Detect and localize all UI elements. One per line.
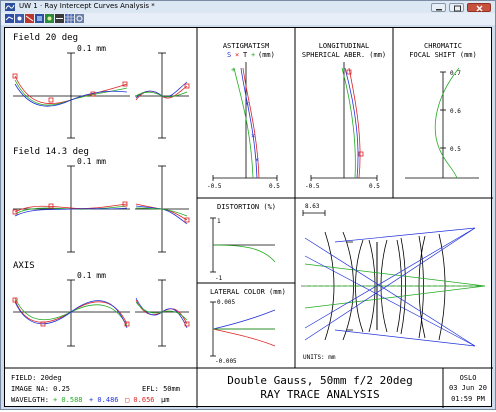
- spherical-axis-max: 0.5: [369, 183, 380, 190]
- spot-tool-icon[interactable]: [15, 14, 24, 23]
- astig-s-label: S: [227, 51, 231, 59]
- lateral-color-tick-top: 0.005: [217, 299, 235, 306]
- analysis-window: UW 1 · Ray Intercept Curves Analysis * F…: [0, 0, 496, 410]
- layout-units: UNITS: mm: [303, 354, 336, 361]
- app-icon: [5, 3, 15, 11]
- close-button[interactable]: [467, 3, 491, 12]
- chromatic-tick-06: 0.6: [450, 108, 461, 115]
- close-icon: [476, 5, 483, 12]
- maximize-icon: [454, 5, 461, 12]
- window-title: UW 1 · Ray Intercept Curves Analysis *: [19, 2, 155, 10]
- axis-scale: 0.1 mm: [77, 271, 106, 280]
- astig-plus-label: +: [251, 51, 255, 59]
- footer-wl-3: □ 0.656: [125, 396, 155, 404]
- footer-time: 01:59 PM: [451, 395, 485, 403]
- ray-fan-panel: Field 20 deg 0.1 mm Field 14.3 deg 0.1 m…: [12, 33, 190, 347]
- distortion-tick-bottom: -1: [215, 275, 223, 282]
- distortion-title: DISTORTION (%): [217, 203, 276, 211]
- minimize-icon: [436, 9, 442, 11]
- chromatic-title-1: CHROMATIC: [424, 42, 462, 50]
- distortion-tick-top: 1: [217, 218, 221, 225]
- astig-axis-min: -0.5: [207, 183, 222, 190]
- field-20-label: Field 20 deg: [13, 33, 78, 43]
- lateral-color-title: LATERAL COLOR (mm): [210, 288, 286, 296]
- footer-efl: EFL: 50mm: [142, 385, 180, 393]
- footer-title: Double Gauss, 50mm f/2 20deg: [227, 374, 412, 387]
- axis-label: AXIS: [13, 261, 35, 271]
- field-14-scale: 0.1 mm: [77, 157, 106, 166]
- mtf-tool-icon[interactable]: [25, 14, 34, 23]
- grid-tool-icon[interactable]: [65, 14, 74, 23]
- footer-wl-unit: μm: [161, 396, 169, 404]
- psf-tool-icon[interactable]: [45, 14, 54, 23]
- astig-title: ASTIGMATISM: [223, 42, 269, 50]
- spherical-title-1: LONGITUDINAL: [319, 42, 370, 50]
- distortion-plot: DISTORTION (%) 1 -1: [210, 203, 276, 282]
- astig-axis-max: 0.5: [269, 183, 280, 190]
- astigmatism-plot: ASTIGMATISM S × T + (mm) -0.5 0.5 + × × …: [207, 42, 280, 190]
- footer-program: OSLO: [460, 374, 477, 382]
- wavefront-tool-icon[interactable]: [35, 14, 44, 23]
- ray-fan-tool-icon[interactable]: [5, 14, 14, 23]
- toolbar: [1, 13, 495, 25]
- astig-unit: (mm): [258, 51, 275, 59]
- maximize-button[interactable]: [449, 3, 464, 12]
- spherical-title-2: SPHERICAL ABER. (mm): [302, 51, 386, 59]
- footer-field: FIELD: 20deg: [11, 374, 62, 382]
- footer: FIELD: 20deg IMAGE NA: 0.25 EFL: 50mm WA…: [11, 374, 487, 404]
- layout-scale: 8.63: [305, 203, 320, 210]
- lateral-color-plot: LATERAL COLOR (mm) 0.005 -0.005: [210, 288, 286, 365]
- footer-image-na: IMAGE NA: 0.25: [11, 385, 70, 393]
- footer-date: 03 Jun 20: [449, 384, 487, 392]
- chromatic-title-2: FOCAL SHIFT (mm): [409, 51, 476, 59]
- svg-text:×: ×: [255, 156, 259, 164]
- field-14-label: Field 14.3 deg: [13, 147, 89, 157]
- chromatic-tick-07: 0.7: [450, 70, 461, 77]
- svg-text:×: ×: [245, 100, 249, 108]
- spherical-axis-min: -0.5: [305, 183, 320, 190]
- footer-wavelength-label: WAVELGTH:: [11, 396, 49, 404]
- minimize-button[interactable]: [431, 3, 446, 12]
- layout-tool-icon[interactable]: [55, 14, 64, 23]
- astig-x-label: ×: [235, 51, 239, 59]
- plot-canvas: Field 20 deg 0.1 mm Field 14.3 deg 0.1 m…: [4, 27, 493, 408]
- footer-wl-1: + 0.588: [53, 396, 83, 404]
- chromatic-tick-05: 0.5: [450, 146, 461, 153]
- lens-layout: 8.63 UNITS: mm: [301, 203, 486, 361]
- footer-wl-2: + 0.486: [89, 396, 119, 404]
- field-20-scale: 0.1 mm: [77, 44, 106, 53]
- spherical-aberration-plot: LONGITUDINAL SPHERICAL ABER. (mm) -0.5 0…: [302, 42, 386, 190]
- title-bar[interactable]: UW 1 · Ray Intercept Curves Analysis *: [1, 1, 495, 13]
- svg-text:+: +: [231, 66, 235, 74]
- footer-subtitle: RAY TRACE ANALYSIS: [260, 388, 379, 401]
- analysis-plot: Field 20 deg 0.1 mm Field 14.3 deg 0.1 m…: [5, 28, 493, 408]
- astig-t-label: T: [243, 51, 248, 59]
- settings-tool-icon[interactable]: [75, 14, 84, 23]
- lateral-color-tick-bottom: -0.005: [215, 358, 237, 365]
- chromatic-focal-shift-plot: CHROMATIC FOCAL SHIFT (mm) 0.7 0.6 0.5: [405, 42, 479, 179]
- svg-text:×: ×: [251, 132, 255, 140]
